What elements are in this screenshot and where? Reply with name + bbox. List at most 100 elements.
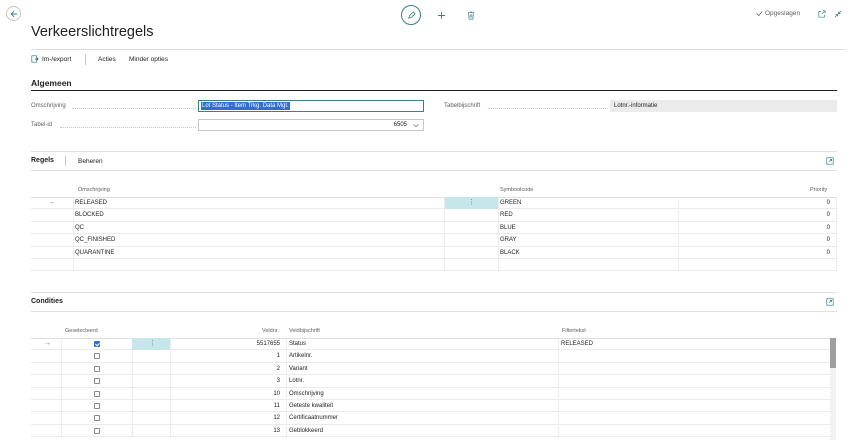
fewer-options-button[interactable]: Minder opties (129, 56, 168, 63)
filter-text[interactable] (561, 400, 821, 412)
conditions-heading-divider (31, 311, 837, 312)
field-caption[interactable]: Artikelnr. (289, 350, 549, 362)
table-id-select[interactable]: 6505 (198, 119, 424, 131)
field-caption[interactable]: Omschrijving (289, 388, 549, 400)
rule-symbol-code[interactable]: GRAY (500, 234, 670, 246)
selected-checkbox[interactable] (94, 415, 100, 422)
filter-text[interactable] (561, 350, 821, 362)
tab-manage[interactable]: Beheren (78, 158, 103, 165)
rule-priority[interactable]: 0 (681, 209, 830, 221)
tab-rules[interactable]: Regels (31, 157, 54, 164)
selected-checkbox[interactable] (94, 378, 100, 385)
field-number[interactable]: 2 (171, 363, 280, 375)
page-title: Verkeerslichtregels (31, 24, 154, 40)
selected-checkbox[interactable] (94, 390, 100, 397)
import-export-label: Im-/export (42, 55, 72, 63)
field-number[interactable]: 1 (171, 350, 280, 362)
filter-text[interactable] (561, 375, 821, 387)
field-caption[interactable]: Variant (289, 363, 549, 375)
field-number[interactable]: 10 (171, 388, 280, 400)
filter-text[interactable] (561, 388, 821, 400)
field-number[interactable]: 11 (171, 400, 280, 412)
rules-col-symbol[interactable]: Symboolcode (500, 187, 533, 193)
rule-symbol-code[interactable]: BLACK (500, 247, 670, 259)
table-row[interactable]: 1 Artikelnr. (31, 350, 830, 363)
back-button[interactable] (6, 6, 21, 21)
table-row[interactable]: 13 Geblokkeerd (31, 425, 830, 438)
check-icon (756, 11, 763, 17)
table-row[interactable]: QC_FINISHED GRAY 0 (31, 234, 837, 247)
new-button[interactable] (434, 8, 448, 22)
table-row[interactable]: 10 Omschrijving (31, 388, 830, 400)
table-row[interactable]: 11 Geteste kwaliteit (31, 400, 830, 413)
rule-description[interactable]: RELEASED (75, 197, 435, 209)
selected-checkbox[interactable] (94, 341, 100, 347)
rule-priority[interactable]: 0 (681, 222, 830, 234)
description-field[interactable]: Lot Status - Item Trkg. Data Mgt. (198, 100, 424, 112)
table-row[interactable]: BLOCKED RED 0 (31, 209, 837, 222)
filter-text[interactable] (561, 363, 821, 375)
plus-icon (437, 11, 445, 19)
field-caption[interactable]: Status (289, 338, 549, 350)
field-number[interactable]: 3 (171, 375, 280, 387)
row-menu-icon[interactable]: ⋮ (149, 338, 156, 350)
rules-col-priority[interactable]: Priority (810, 187, 827, 193)
import-export-action[interactable]: Im-/export (31, 55, 71, 63)
edit-button[interactable] (401, 5, 421, 25)
conditions-scrollbar-track[interactable] (830, 338, 836, 440)
selected-checkbox[interactable] (94, 403, 100, 409)
table-row-empty[interactable] (31, 259, 837, 272)
selected-checkbox[interactable] (94, 365, 100, 372)
filter-text[interactable] (561, 412, 821, 424)
conditions-col-field-no[interactable]: Veldnr. (262, 328, 279, 334)
rule-description[interactable]: BLOCKED (75, 209, 435, 221)
conditions-expand-button[interactable] (825, 297, 835, 307)
table-row[interactable]: 3 Lotnr. (31, 375, 830, 388)
actions-menu[interactable]: Acties (98, 56, 116, 63)
title-divider (31, 49, 846, 50)
delete-button[interactable] (464, 8, 478, 22)
conditions-scrollbar-thumb[interactable] (830, 338, 836, 368)
rules-expand-button[interactable] (825, 156, 835, 166)
conditions-col-field-caption[interactable]: Veldbijschrift (289, 328, 320, 334)
field-caption[interactable]: Lotnr. (289, 375, 549, 387)
field-caption[interactable]: Certificaatnummer (289, 412, 549, 424)
expand-icon (826, 298, 834, 306)
rule-priority[interactable]: 0 (681, 234, 830, 246)
filter-text[interactable] (561, 425, 821, 437)
field-caption[interactable]: Geteste kwaliteit (289, 400, 549, 412)
table-row[interactable]: 2 Variant (31, 363, 830, 376)
row-menu-icon[interactable]: ⋮ (468, 197, 475, 209)
table-row[interactable]: → ⋮ RELEASED GREEN 0 (31, 197, 837, 210)
rule-description[interactable]: QC (75, 222, 435, 234)
conditions-col-selected[interactable]: Geselecteerd (65, 328, 98, 334)
rule-description[interactable]: QC_FINISHED (75, 234, 435, 246)
field-caption[interactable]: Geblokkeerd (289, 425, 549, 437)
table-row[interactable]: → ⋮ 5517655 Status RELEASED (31, 338, 830, 351)
table-row[interactable]: QUARANTINE BLACK 0 (31, 247, 837, 259)
selected-checkbox[interactable] (94, 353, 100, 360)
collapse-button[interactable] (832, 8, 844, 20)
table-row[interactable]: 12 Certificaatnummer (31, 412, 830, 425)
selected-checkbox[interactable] (94, 427, 100, 434)
field-number[interactable]: 5517655 (171, 338, 280, 350)
rule-description[interactable]: QUARANTINE (75, 247, 435, 259)
row-pointer-icon: → (48, 199, 55, 206)
field-number[interactable]: 12 (171, 412, 280, 424)
rule-priority[interactable]: 0 (681, 247, 830, 259)
rules-top-divider (31, 151, 837, 152)
saved-status: Opgeslagen (756, 10, 800, 17)
rules-col-description[interactable]: Omschrijving (78, 187, 110, 193)
field-number[interactable]: 13 (171, 425, 280, 437)
rule-priority[interactable]: 0 (681, 197, 830, 209)
rule-symbol-code[interactable]: RED (500, 209, 670, 221)
description-label: Omschrijving (31, 103, 66, 109)
rule-symbol-code[interactable]: BLUE (500, 222, 670, 234)
table-caption-label: Tabelbijschrift (444, 103, 481, 109)
filter-text[interactable]: RELEASED (561, 338, 821, 350)
row-pointer-icon: → (44, 340, 51, 347)
conditions-col-filter[interactable]: Filtertekst (562, 328, 586, 334)
open-new-window-button[interactable] (816, 8, 828, 20)
table-row[interactable]: QC BLUE 0 (31, 222, 837, 235)
rule-symbol-code[interactable]: GREEN (500, 197, 670, 209)
